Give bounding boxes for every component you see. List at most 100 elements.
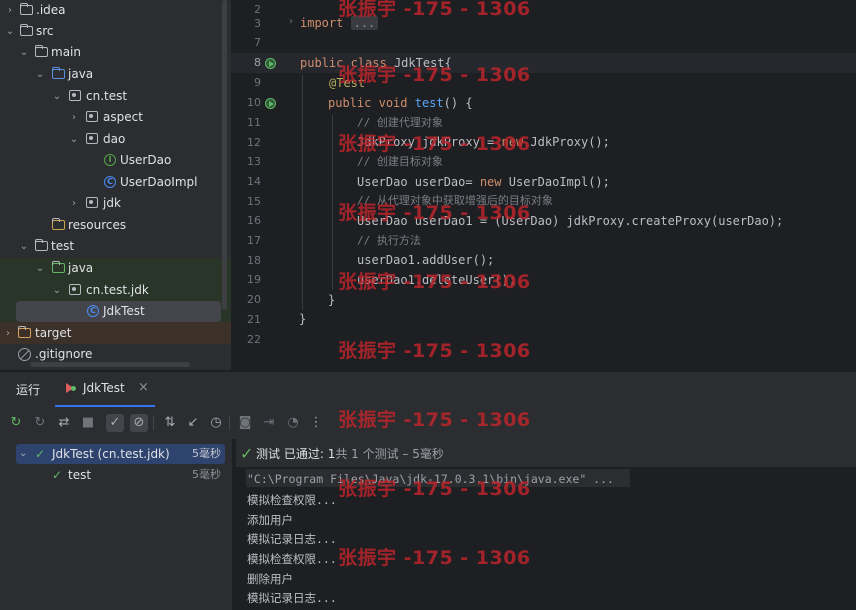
line-number: 11 <box>247 116 261 129</box>
line-number: 7 <box>254 36 261 49</box>
watermark: 张振宇 -175 - 1306 <box>338 409 531 431</box>
test-status-bar: ✓ 测试 已通过: 1共 1 个测试 – 5毫秒 <box>236 439 856 467</box>
line-number: 8 <box>254 56 261 69</box>
fold-chevron-icon[interactable]: › <box>289 16 293 27</box>
chevron-down-icon[interactable]: ⌄ <box>51 280 63 301</box>
coverage-icon[interactable]: ◔ <box>284 414 302 432</box>
class-icon: C <box>87 305 99 317</box>
folder-icon <box>17 325 31 338</box>
test-suite-row[interactable]: ⌄ ✓ JdkTest (cn.test.jdk) 5毫秒 <box>16 444 225 464</box>
code-line-10[interactable]: public void test() { <box>328 94 473 112</box>
chevron-down-icon[interactable]: ⌄ <box>18 236 30 257</box>
export-icon[interactable]: ⇥ <box>260 414 278 432</box>
line-number: 18 <box>247 254 261 267</box>
show-passed-icon[interactable]: ✓ <box>106 414 124 432</box>
tree-item-idea[interactable]: › .idea <box>0 0 231 21</box>
chevron-right-icon[interactable]: › <box>68 107 80 128</box>
junit-run-icon <box>66 383 76 393</box>
folder-icon <box>19 2 33 15</box>
line-number: 2 <box>254 3 261 16</box>
stop-icon[interactable]: ■ <box>79 414 97 432</box>
line-number: 20 <box>247 293 261 306</box>
chevron-down-icon[interactable]: ⌄ <box>18 42 30 63</box>
tree-item-test-java[interactable]: ⌄ java <box>0 258 231 279</box>
folder-icon <box>19 23 33 36</box>
watermark: 张振宇 -175 - 1306 <box>338 64 531 86</box>
package-icon <box>86 111 98 122</box>
watermark: 张振宇 -175 - 1306 <box>338 547 531 569</box>
package-icon <box>69 90 81 101</box>
line-number: 22 <box>247 333 261 346</box>
tree-horizontal-scrollbar[interactable] <box>30 362 190 367</box>
rerun-failed-icon[interactable]: ↻ <box>31 414 49 432</box>
tree-item-dao[interactable]: ⌄ dao <box>0 129 231 150</box>
watermark: 张振宇 -175 - 1306 <box>338 133 531 155</box>
tree-item-cn-test[interactable]: ⌄ cn.test <box>0 86 231 107</box>
chevron-down-icon[interactable]: ⌄ <box>19 444 27 464</box>
chevron-down-icon[interactable]: ⌄ <box>34 258 46 279</box>
watermark: 张振宇 -175 - 1306 <box>338 202 531 224</box>
toolbar-separator <box>153 416 154 430</box>
chevron-down-icon[interactable]: ⌄ <box>51 86 63 107</box>
interface-icon: I <box>104 154 116 166</box>
tab-jdktest[interactable]: JdkTest <box>83 381 125 395</box>
tree-item-test[interactable]: ⌄ test <box>0 236 231 257</box>
chevron-right-icon[interactable]: › <box>4 0 16 21</box>
close-tab-icon[interactable]: × <box>138 380 149 395</box>
code-line-20[interactable]: } <box>328 291 335 309</box>
import-tests-icon[interactable]: ↙ <box>184 414 202 432</box>
chevron-right-icon[interactable]: › <box>2 323 14 344</box>
rerun-icon[interactable]: ↻ <box>7 414 25 432</box>
line-number: 12 <box>247 136 261 149</box>
show-ignored-icon[interactable]: ⊘ <box>130 414 148 432</box>
passed-check-icon: ✓ <box>35 447 46 461</box>
tree-item-target[interactable]: › target <box>0 323 231 344</box>
tree-item-main[interactable]: ⌄ main <box>0 42 231 63</box>
screenshot-icon[interactable]: ◙ <box>236 414 254 432</box>
watermark: 张振宇 -175 - 1306 <box>338 478 531 500</box>
history-icon[interactable]: ◷ <box>207 414 225 432</box>
tree-item-resources[interactable]: resources <box>0 215 231 236</box>
tree-item-jdk[interactable]: › jdk <box>0 193 231 214</box>
more-icon[interactable]: ⋮ <box>307 414 325 432</box>
tree-item-userdaoimpl[interactable]: C UserDaoImpl <box>0 172 231 193</box>
tree-vertical-scrollbar[interactable] <box>222 0 227 310</box>
console-line: 添加用户 <box>247 513 293 527</box>
code-line-14[interactable]: UserDao userDao= new UserDaoImpl(); <box>357 173 610 191</box>
toggle-auto-test-icon[interactable]: ⇄ <box>55 414 73 432</box>
watermark: 张振宇 -175 - 1306 <box>338 271 531 293</box>
tree-item-userdao[interactable]: I UserDao <box>0 150 231 171</box>
run-test-gutter-icon[interactable] <box>265 98 276 109</box>
tree-item-aspect[interactable]: › aspect <box>0 107 231 128</box>
test-results-tree: ⌄ ✓ JdkTest (cn.test.jdk) 5毫秒 ✓ test 5毫秒 <box>0 439 232 610</box>
indent-guide <box>332 115 333 290</box>
line-number: 3 <box>254 17 261 30</box>
chevron-down-icon[interactable]: ⌄ <box>68 129 80 150</box>
test-status-text: 测试 已通过: 1共 1 个测试 – 5毫秒 <box>256 447 444 461</box>
package-icon <box>86 133 98 144</box>
console-line: 删除用户 <box>247 572 293 586</box>
console-line: 模拟记录日志... <box>247 532 337 546</box>
chevron-right-icon[interactable]: › <box>68 193 80 214</box>
tree-item-jdktest[interactable]: C JdkTest <box>16 301 221 322</box>
indent-guide <box>302 75 303 310</box>
line-number: 17 <box>247 234 261 247</box>
tab-run[interactable]: 运行 <box>16 381 40 398</box>
test-source-folder-icon <box>51 260 65 273</box>
code-line-21[interactable]: } <box>299 310 306 328</box>
chevron-down-icon[interactable]: ⌄ <box>34 64 46 85</box>
test-method-row[interactable]: ✓ test 5毫秒 <box>16 465 225 485</box>
line-number: 21 <box>247 313 261 326</box>
sort-icon[interactable]: ⇅ <box>161 414 179 432</box>
tree-item-cn-test-jdk[interactable]: ⌄ cn.test.jdk <box>0 280 231 301</box>
tree-item-src[interactable]: ⌄ src <box>0 21 231 42</box>
toolbar-separator <box>229 416 230 430</box>
chevron-down-icon[interactable]: ⌄ <box>4 21 16 42</box>
code-line-17[interactable]: // 执行方法 <box>357 232 421 250</box>
run-class-gutter-icon[interactable] <box>265 58 276 69</box>
package-icon <box>86 197 98 208</box>
tree-item-main-java[interactable]: ⌄ java <box>0 64 231 85</box>
line-number: 16 <box>247 214 261 227</box>
console-line: 模拟记录日志... <box>247 591 337 605</box>
console-line: 模拟检查权限... <box>247 552 337 566</box>
